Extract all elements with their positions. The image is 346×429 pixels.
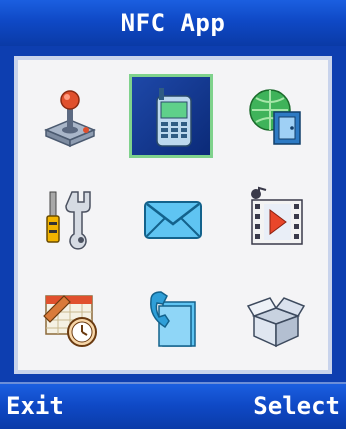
menu-item-organizer[interactable] [18, 268, 121, 368]
menu-grid [18, 68, 328, 368]
envelope-icon [141, 186, 205, 250]
joystick-icon [38, 86, 102, 150]
menu-item-contacts[interactable] [121, 268, 224, 368]
menu-item-settings[interactable] [18, 168, 121, 268]
menu-item-web[interactable] [224, 68, 327, 168]
mobile-phone-icon [141, 86, 205, 150]
globe-door-icon [244, 86, 308, 150]
exit-softkey[interactable]: Exit [6, 392, 64, 420]
open-box-icon [244, 286, 308, 350]
calendar-clock-icon [38, 286, 102, 350]
tools-icon [38, 186, 102, 250]
phone-contacts-icon [141, 286, 205, 350]
softkey-bar: Exit Select [0, 382, 346, 429]
app-title: NFC App [120, 9, 226, 37]
menu-item-media[interactable] [224, 168, 327, 268]
media-player-icon [244, 186, 308, 250]
menu-item-applications[interactable] [224, 268, 327, 368]
menu-item-phone[interactable] [121, 68, 224, 168]
menu-item-games[interactable] [18, 68, 121, 168]
phone-screen: NFC App Exit Select [0, 0, 346, 429]
menu-area [0, 46, 346, 382]
menu-item-messages[interactable] [121, 168, 224, 268]
select-softkey[interactable]: Select [253, 392, 340, 420]
title-bar: NFC App [0, 0, 346, 48]
